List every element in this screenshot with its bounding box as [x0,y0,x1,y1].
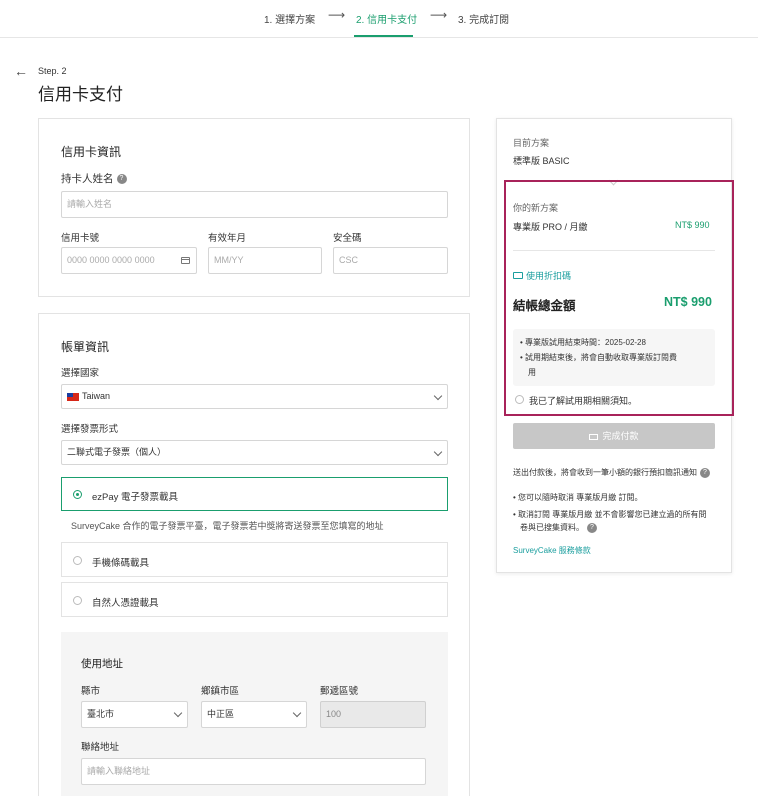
chevron-down-icon [292,708,302,718]
summary-divider [513,250,715,251]
option-ezpay-label: ezPay 電子發票載具 [92,492,179,503]
option-mobile-barcode-label: 手機條碼載具 [92,558,150,569]
current-plan-name: 標準版 BASIC [513,156,570,166]
coupon-link[interactable]: 使用折扣碼 [513,269,571,282]
chevron-down-icon [173,708,183,718]
chevron-down-icon [433,447,443,457]
expiry-input[interactable]: MM/YY [208,247,322,274]
card-number-label: 信用卡號 [61,233,100,244]
checkout-stepper: 1. 選擇方案 ⟶ 2. 信用卡支付 ⟶ 3. 完成訂閱 [0,0,758,38]
ezpay-note: SurveyCake 合作的電子發票平臺，電子發票若中獎將寄送發票至您填寫的地址 [71,521,384,531]
notice-line: 用 [528,368,536,377]
radio-unselected[interactable] [73,556,82,565]
cvc-label: 安全碼 [333,233,362,244]
credit-card-icon [181,257,190,264]
holder-name-label: 持卡人姓名? [61,171,127,186]
page-title: 信用卡支付 [38,85,123,104]
active-step-underline [354,35,413,37]
option-citizen-certificate[interactable]: 自然人憑證載具 [61,582,448,617]
card-number-input[interactable]: 0000 0000 0000 0000 [61,247,197,274]
help-icon[interactable]: ? [700,467,710,478]
billing-title: 帳單資訊 [61,340,110,354]
new-plan-price: NT$ 990 [675,220,710,230]
agree-radio[interactable] [515,395,524,404]
invoice-type-select[interactable]: 二聯式電子發票（個人） [61,440,448,465]
step-number: Step. 2 [38,66,67,76]
district-label: 鄉鎮市區 [201,686,240,697]
cancel-bullet-cont: 卷與已搜集資料。? [520,522,597,533]
taiwan-flag-icon [67,392,79,401]
new-plan-label: 你的新方案 [513,203,559,213]
total-label: 結帳總金額 [513,299,576,313]
invoice-type-label: 選擇發票形式 [61,424,119,435]
step-credit-card[interactable]: 2. 信用卡支付 [356,11,417,26]
credit-card-info-card: 信用卡資訊 持卡人姓名? 請輸入姓名 信用卡號 0000 0000 0000 0… [38,118,470,297]
current-plan-label: 目前方案 [513,138,550,148]
cancel-bullet: • 取消訂閱 專業版月繳 並不會影響您已建立過的所有問 [513,510,707,519]
address-input[interactable]: 請輸入聯絡地址 [81,758,426,785]
county-label: 縣市 [81,686,101,697]
address-panel: 使用地址 縣市 臺北市 鄉鎮市區 中正區 郵遞區號 100 聯絡地址 請輸入聯絡… [61,632,448,796]
card-info-title: 信用卡資訊 [61,145,122,159]
step-complete[interactable]: 3. 完成訂閱 [458,11,509,26]
credit-card-icon [589,433,599,440]
billing-info-card: 帳單資訊 選擇國家 Taiwan 選擇發票形式 二聯式電子發票（個人） ezPa… [38,313,470,796]
option-citizen-certificate-label: 自然人憑證載具 [92,598,159,609]
help-icon[interactable]: ? [116,174,127,185]
complete-payment-button[interactable]: 完成付款 [513,423,715,449]
option-mobile-barcode[interactable]: 手機條碼載具 [61,542,448,577]
zip-input: 100 [320,701,426,728]
new-plan-name: 專業版 PRO / 月繳 [513,222,588,232]
address-label: 聯絡地址 [81,742,120,753]
notice-line: • 試用期結束後，將會自動收取專業版訂閱費 [520,353,678,362]
address-title: 使用地址 [81,658,123,670]
county-select[interactable]: 臺北市 [81,701,188,728]
help-icon[interactable]: ? [587,522,597,533]
holder-name-input[interactable]: 請輸入姓名 [61,191,448,218]
zip-label: 郵遞區號 [320,686,359,697]
district-select[interactable]: 中正區 [201,701,307,728]
notice-line: • 專業版試用結束時間：2025-02-28 [520,338,646,347]
step-select-plan[interactable]: 1. 選擇方案 [264,11,315,26]
radio-selected[interactable] [73,490,82,499]
radio-unselected[interactable] [73,596,82,605]
step-arrow-icon: ⟶ [430,8,448,22]
total-value: NT$ 990 [664,295,712,309]
chevron-down-icon [433,391,443,401]
option-ezpay[interactable]: ezPay 電子發票載具 [61,477,448,511]
terms-link[interactable]: SurveyCake 服務條款 [513,545,591,556]
cancel-bullet: • 您可以隨時取消 專業版月繳 訂閱。 [513,493,643,502]
country-select[interactable]: Taiwan [61,384,448,409]
cvc-input[interactable]: CSC [333,247,448,274]
country-label: 選擇國家 [61,368,100,379]
step-arrow-icon: ⟶ [328,8,346,22]
agree-label[interactable]: 我已了解試用期相關須知。 [529,394,637,407]
bank-note: 送出付款後，將會收到一筆小額的銀行預扣簡訊通知? [513,467,710,478]
expiry-label: 有效年月 [208,233,247,244]
coupon-icon [513,272,523,280]
back-arrow-icon[interactable]: ← [14,63,28,79]
